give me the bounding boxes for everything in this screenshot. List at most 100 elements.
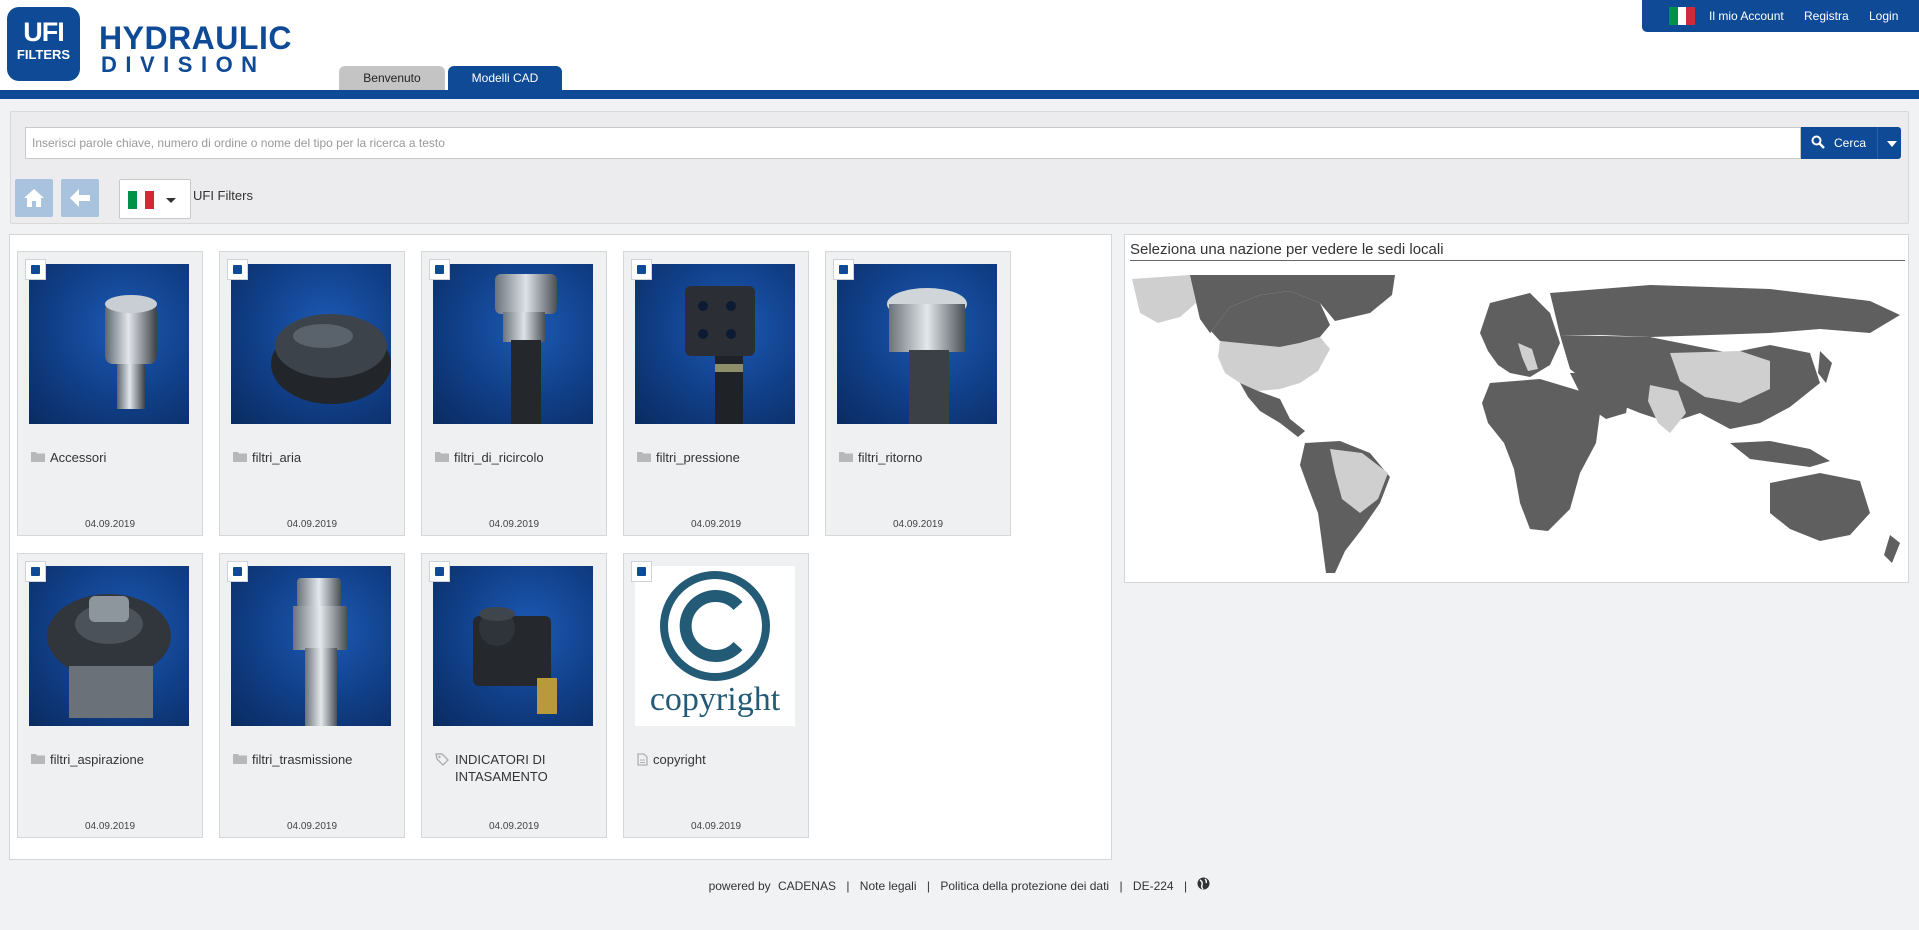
item-label: Accessori — [50, 450, 107, 465]
footer-powered-by: powered by — [708, 879, 771, 893]
map-title: Seleziona una nazione per vedere le sedi… — [1130, 241, 1444, 258]
footer-separator: | — [1183, 879, 1188, 893]
folder-icon — [233, 754, 247, 764]
cad-model-icon — [429, 259, 450, 280]
map-panel: Seleziona una nazione per vedere le sedi… — [1124, 234, 1909, 583]
home-button[interactable] — [15, 179, 53, 217]
arrow-left-icon — [70, 189, 90, 207]
item-name: filtri_trasmissione — [233, 751, 398, 768]
cad-model-icon — [631, 259, 652, 280]
cad-model-icon — [833, 259, 854, 280]
catalog-item-filtri-di-ricircolo[interactable]: filtri_di_ricircolo 04.09.2019 — [421, 251, 607, 536]
folder-icon — [637, 452, 651, 462]
search-button-label: Cerca — [1834, 136, 1867, 150]
item-label: INDICATORI DI INTASAMENTO — [455, 752, 548, 784]
footer-legal-link[interactable]: Note legali — [860, 879, 917, 893]
chevron-down-icon — [166, 198, 176, 203]
product-image — [29, 566, 189, 726]
logo-name-line2: DIVISION — [101, 52, 266, 77]
item-date: 04.09.2019 — [690, 821, 742, 832]
catalog-item-filtri-aria[interactable]: filtri_aria 04.09.2019 — [219, 251, 405, 536]
item-label: filtri_trasmissione — [252, 752, 353, 767]
catalog-item-filtri-aspirazione[interactable]: filtri_aspirazione 04.09.2019 — [17, 553, 203, 838]
footer-separator: | — [926, 879, 930, 893]
folder-icon — [435, 452, 449, 462]
globe-icon[interactable] — [1197, 877, 1210, 893]
country-japan — [1818, 351, 1832, 383]
back-button[interactable] — [61, 179, 99, 217]
country-africa — [1482, 379, 1600, 531]
catalog-item-accessori[interactable]: Accessori 04.09.2019 — [17, 251, 203, 536]
copyright-image: copyright — [635, 566, 795, 726]
cad-model-icon — [227, 561, 248, 582]
product-image — [231, 264, 391, 424]
item-name: filtri_ritorno — [839, 449, 1004, 466]
register-link[interactable]: Registra — [1804, 9, 1849, 23]
item-date: 04.09.2019 — [488, 519, 540, 530]
cad-model-icon — [25, 561, 46, 582]
footer: powered by CADENAS | Note legali | Polit… — [0, 877, 1919, 893]
world-map[interactable] — [1130, 273, 1905, 575]
item-name: filtri_di_ricircolo — [435, 449, 600, 466]
country-russia — [1550, 285, 1900, 337]
item-name: INDICATORI DI INTASAMENTO — [435, 751, 600, 785]
catalog-item-indicatori-di-intasamento[interactable]: INDICATORI DI INTASAMENTO 04.09.2019 — [421, 553, 607, 838]
footer-server-id: DE-224 — [1132, 879, 1174, 893]
footer-cadenas-link[interactable]: CADENAS — [778, 879, 836, 893]
search-button[interactable]: Cerca — [1801, 127, 1901, 159]
logo-mark-line2: FILTERS — [16, 47, 71, 62]
tab-modelli-cad[interactable]: Modelli CAD — [448, 66, 562, 90]
item-date: 04.09.2019 — [892, 519, 944, 530]
main-tabs: Benvenuto Modelli CAD — [339, 66, 562, 90]
svg-text:copyright: copyright — [650, 681, 781, 718]
catalog-grid: Accessori 04.09.2019 filtri_aria 04.09.2… — [9, 234, 1112, 860]
map-title-divider — [1130, 260, 1905, 261]
header: UFI FILTERS HYDRAULIC DIVISION Benvenuto… — [0, 0, 1919, 90]
footer-separator: | — [846, 879, 850, 893]
product-image — [635, 264, 795, 424]
product-image — [433, 264, 593, 424]
catalog-item-filtri-ritorno[interactable]: filtri_ritorno 04.09.2019 — [825, 251, 1011, 536]
item-name: filtri_aspirazione — [31, 751, 196, 768]
search-button-divider — [1877, 127, 1878, 159]
ufi-logo[interactable]: UFI FILTERS — [7, 7, 80, 81]
search-icon — [1811, 135, 1825, 149]
document-icon — [637, 753, 648, 766]
product-image — [837, 264, 997, 424]
cad-model-icon — [25, 259, 46, 280]
login-link[interactable]: Login — [1869, 9, 1898, 23]
item-name: Accessori — [31, 449, 196, 466]
folder-icon — [839, 452, 853, 462]
header-divider-bar — [0, 90, 1919, 99]
item-name: filtri_pressione — [637, 449, 802, 466]
catalog-item-copyright[interactable]: copyright copyright 04.09.2019 — [623, 553, 809, 838]
cad-model-icon — [429, 561, 450, 582]
item-date: 04.09.2019 — [286, 821, 338, 832]
country-mexico — [1240, 383, 1305, 437]
italy-flag-icon[interactable] — [1669, 7, 1696, 25]
item-label: filtri_di_ricircolo — [454, 450, 544, 465]
chevron-down-icon[interactable] — [1887, 141, 1897, 147]
item-date: 04.09.2019 — [690, 519, 742, 530]
item-date: 04.09.2019 — [84, 821, 136, 832]
product-image — [433, 566, 593, 726]
item-name: filtri_aria — [233, 449, 398, 466]
item-date: 04.09.2019 — [84, 519, 136, 530]
item-label: copyright — [653, 752, 706, 767]
my-account-link[interactable]: Il mio Account — [1709, 9, 1784, 23]
item-date: 04.09.2019 — [286, 519, 338, 530]
breadcrumb[interactable]: UFI Filters — [193, 188, 253, 203]
catalog-item-filtri-trasmissione[interactable]: filtri_trasmissione 04.09.2019 — [219, 553, 405, 838]
tab-benvenuto[interactable]: Benvenuto — [339, 66, 445, 90]
division-logo-text: HYDRAULIC DIVISION — [99, 22, 292, 76]
language-select[interactable] — [119, 179, 191, 219]
country-alaska — [1132, 275, 1196, 323]
product-image — [231, 566, 391, 726]
product-image — [29, 264, 189, 424]
search-panel: Cerca UFI Filters — [10, 111, 1909, 224]
catalog-item-filtri-pressione[interactable]: filtri_pressione 04.09.2019 — [623, 251, 809, 536]
search-input[interactable] — [25, 127, 1801, 159]
footer-privacy-link[interactable]: Politica della protezione dei dati — [940, 879, 1109, 893]
item-label: filtri_aria — [252, 450, 302, 465]
country-indonesia — [1730, 441, 1830, 467]
